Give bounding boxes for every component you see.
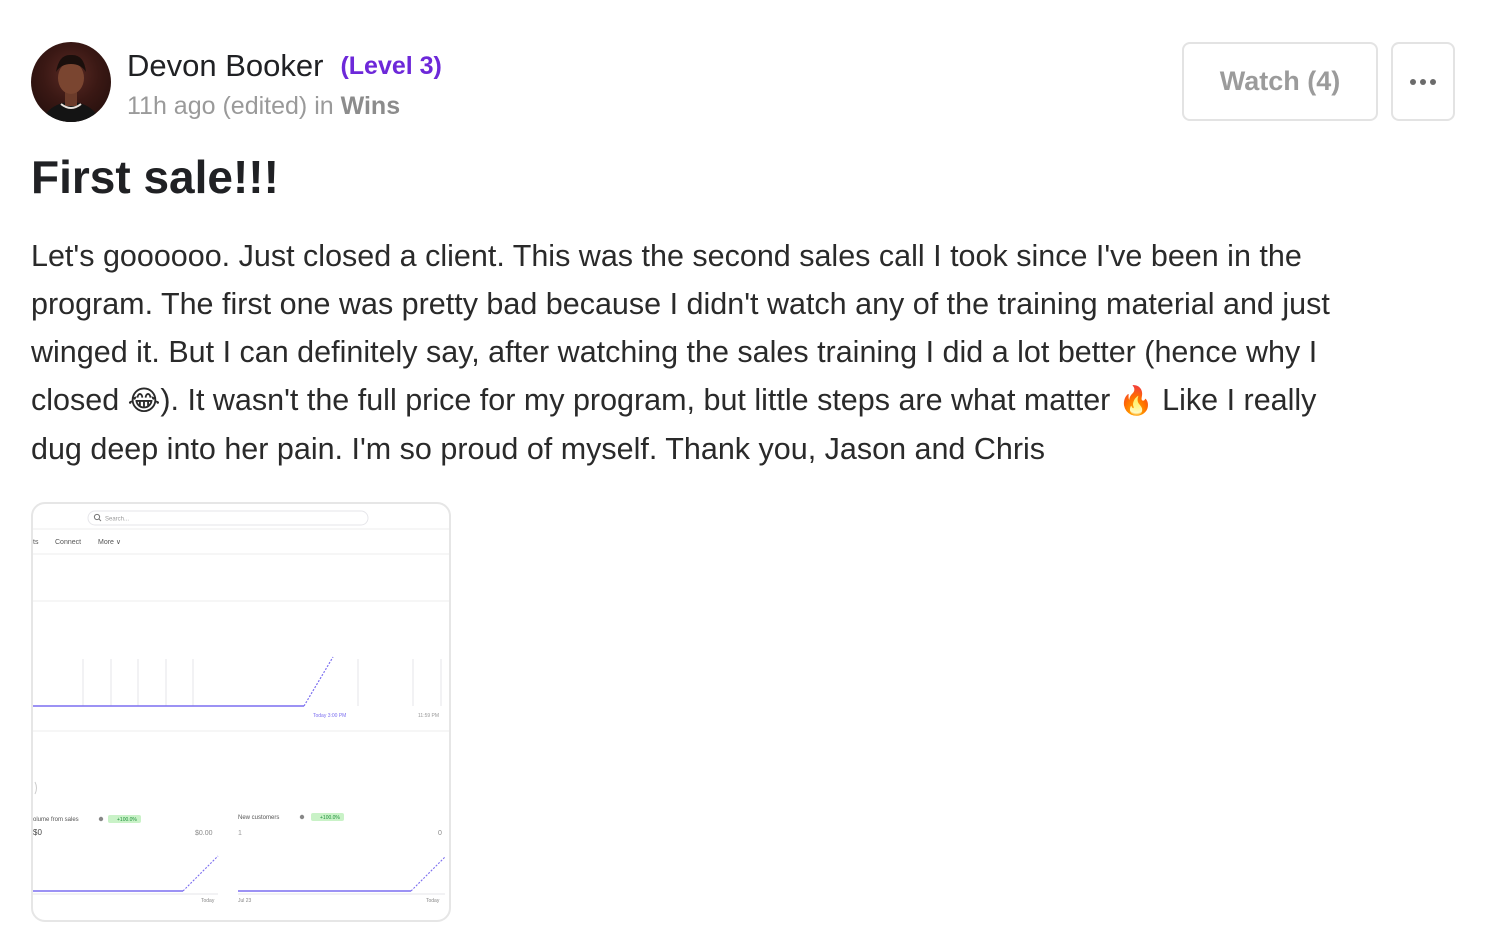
- post-category-link[interactable]: Wins: [341, 92, 401, 120]
- card1-prev: $0.00: [195, 830, 213, 837]
- post-body-line: Let's goooooo. Just closed a client. Thi…: [31, 239, 1302, 273]
- mini-tab: ts: [33, 539, 39, 546]
- post-meta-in: in: [314, 92, 334, 120]
- avatar-portrait: [41, 54, 101, 122]
- mini-search-bar: [87, 510, 369, 526]
- post-body-text: closed: [31, 383, 128, 417]
- author-avatar[interactable]: [31, 42, 111, 122]
- card1-x-end: Today: [201, 898, 215, 904]
- post-title: First sale!!!: [31, 151, 279, 203]
- card2-prev: 0: [438, 830, 442, 837]
- main-chart-gridlines: [82, 659, 442, 706]
- author-name[interactable]: Devon Booker: [127, 48, 323, 84]
- post-body-line: program. The first one was pretty bad be…: [31, 287, 1330, 321]
- main-chart-end-label: 11:59 PM: [418, 713, 439, 719]
- card1-rise: [182, 855, 219, 892]
- more-options-button[interactable]: [1391, 42, 1455, 121]
- card2-label: New customers: [238, 815, 279, 821]
- card2-value: 1: [238, 830, 242, 837]
- author-line: Devon Booker (Level 3): [127, 46, 442, 86]
- post-body: Let's goooooo. Just closed a client. Thi…: [31, 232, 1451, 473]
- card1-value: $0: [33, 828, 42, 837]
- post-body-line: winged it. But I can definitely say, aft…: [31, 335, 1318, 369]
- card2-x-start: Jul 23: [238, 898, 252, 904]
- watch-button[interactable]: Watch (4): [1182, 42, 1378, 121]
- post-body-text: ). It wasn't the full price for my progr…: [160, 383, 1119, 417]
- main-chart-time-label: Today 3:00 PM: [313, 713, 346, 719]
- post-body-line: closed 😂). It wasn't the full price for …: [31, 376, 1451, 425]
- card1-label: olume from sales: [33, 817, 79, 823]
- mini-search-placeholder: Search...: [105, 517, 129, 523]
- dashboard-screenshot: Search... ts Connect More ∨ Today 3:00 P…: [33, 510, 449, 904]
- card2-badge: +100.0%: [320, 815, 340, 821]
- card2-rise: [410, 856, 446, 892]
- mini-tab: More ∨: [98, 539, 121, 546]
- post-meta: 11h ago (edited) in Wins: [127, 92, 400, 121]
- post-timestamp: 11h ago (edited): [127, 92, 308, 120]
- attachment-image[interactable]: Search... ts Connect More ∨ Today 3:00 P…: [31, 502, 451, 922]
- author-level-badge: (Level 3): [340, 51, 442, 80]
- post-body-line: dug deep into her pain. I'm so proud of …: [31, 432, 1046, 466]
- ellipsis-icon: [1410, 78, 1436, 85]
- fire-emoji-icon: 🔥: [1118, 384, 1154, 417]
- card2-x-end: Today: [426, 898, 440, 904]
- post-body-text: Like I really: [1153, 383, 1317, 417]
- post-card: Devon Booker (Level 3) 11h ago (edited) …: [0, 0, 1490, 944]
- laughing-emoji-icon: 😂: [127, 384, 161, 417]
- card1-badge: +100.0%: [117, 817, 137, 823]
- main-chart-rise: [303, 656, 334, 707]
- mini-tab: Connect: [55, 539, 81, 546]
